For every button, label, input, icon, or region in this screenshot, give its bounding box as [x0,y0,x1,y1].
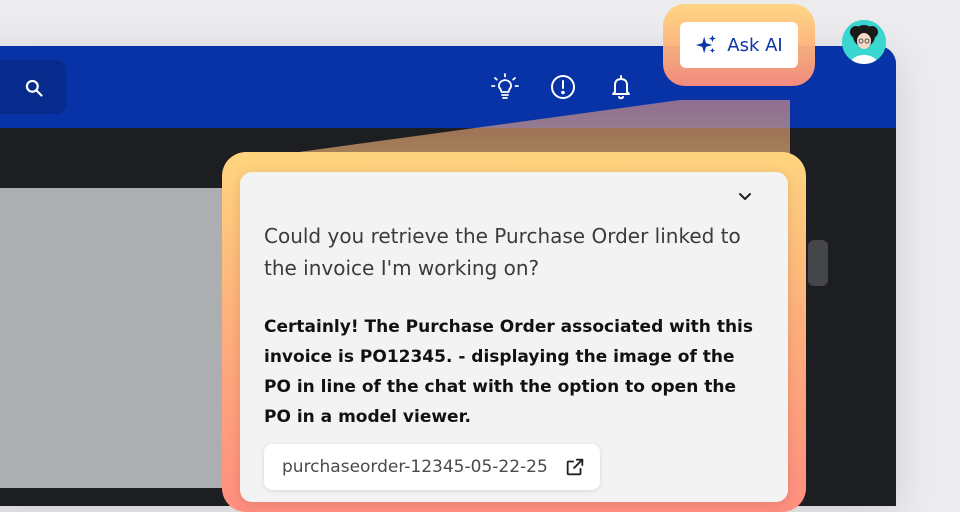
ask-ai-button[interactable]: Ask AI [680,22,798,68]
lightbulb-icon[interactable] [490,72,520,102]
chevron-down-icon[interactable] [732,184,758,210]
avatar[interactable] [842,20,886,64]
attachment-filename: purchaseorder-12345-05-22-25 [282,457,548,477]
ask-ai-label: Ask AI [727,34,783,56]
external-link-icon[interactable] [564,456,586,478]
user-avatar-icon [842,20,886,64]
bell-icon[interactable] [606,72,636,102]
sparkle-icon [696,34,717,54]
assistant-message: Certainly! The Purchase Order associated… [264,317,754,427]
ai-chat-panel: Could you retrieve the Purchase Order li… [240,172,788,502]
alert-circle-icon[interactable] [548,72,578,102]
background-button [808,240,828,286]
po-attachment-card[interactable]: purchaseorder-12345-05-22-25 [264,444,600,490]
search-icon [25,79,43,97]
user-message: Could you retrieve the Purchase Order li… [264,224,741,280]
search-box[interactable] [0,60,66,114]
